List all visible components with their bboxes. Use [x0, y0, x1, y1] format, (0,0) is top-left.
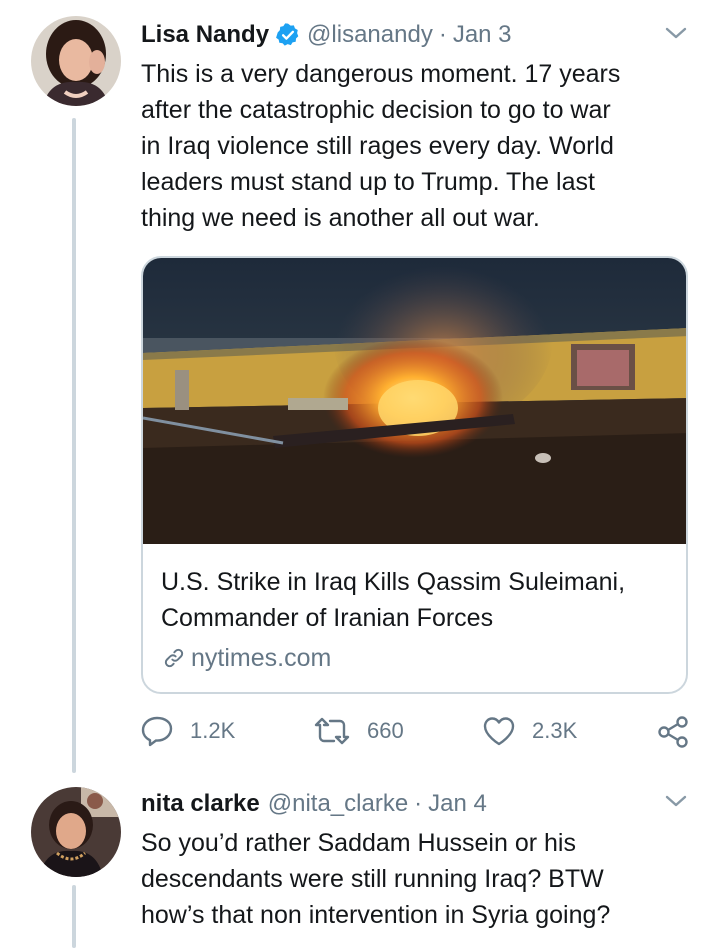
- verified-badge-icon: [275, 22, 301, 48]
- tweet-text-line: in Iraq violence still rages every day. …: [141, 132, 614, 160]
- avatar-lisa-nandy[interactable]: [31, 16, 121, 106]
- tweet-text-line: leaders must stand up to Trump. The last: [141, 168, 595, 196]
- separator-dot: ·: [438, 21, 447, 48]
- retweet-icon: [314, 717, 350, 745]
- thread-line-top: [72, 118, 76, 773]
- retweet-count: 660: [367, 718, 404, 743]
- link-icon: [164, 648, 184, 668]
- tweet-text-line: This is a very dangerous moment. 17 year…: [141, 60, 621, 88]
- card-title-line: U.S. Strike in Iraq Kills Qassim Suleima…: [161, 568, 626, 596]
- tweet-text-line: how’s that non intervention in Syria goi…: [141, 901, 611, 929]
- chevron-down-icon[interactable]: [664, 792, 688, 815]
- separator-dot: ·: [414, 790, 423, 817]
- reply-count: 1.2K: [190, 718, 236, 743]
- card-image: [143, 258, 686, 544]
- author-name[interactable]: Lisa Nandy: [141, 20, 269, 50]
- tweet1-text: This is a very dangerous moment. 17 year…: [141, 56, 620, 236]
- author-handle[interactable]: @nita_clarke: [268, 789, 408, 819]
- like-icon: [483, 717, 515, 746]
- link-card[interactable]: U.S. Strike in Iraq Kills Qassim Suleima…: [141, 256, 688, 694]
- reply-button[interactable]: 1.2K: [140, 715, 235, 747]
- tweet1-header: Lisa Nandy @lisanandy · Jan 3: [141, 20, 512, 50]
- tweet-text-line: after the catastrophic decision to go to…: [141, 96, 611, 124]
- tweet-date[interactable]: Jan 3: [453, 20, 512, 50]
- retweet-button[interactable]: 660: [313, 715, 404, 747]
- author-name[interactable]: nita clarke: [141, 789, 260, 819]
- card-domain: nytimes.com: [161, 640, 331, 676]
- card-domain-text: nytimes.com: [191, 644, 332, 672]
- tweet-text-line: descendants were still running Iraq? BTW: [141, 865, 604, 893]
- thread-line-bottom: [72, 885, 76, 948]
- like-button[interactable]: 2.3K: [482, 715, 577, 747]
- share-icon: [658, 716, 688, 748]
- reply-icon: [141, 716, 173, 747]
- author-handle[interactable]: @lisanandy: [307, 20, 433, 50]
- tweet-text-line: So you’d rather Saddam Hussein or his: [141, 829, 576, 857]
- tweet2-text: So you’d rather Saddam Hussein or his de…: [141, 825, 610, 933]
- chevron-down-icon[interactable]: [664, 24, 688, 47]
- card-title-line: Commander of Iranian Forces: [161, 604, 494, 632]
- avatar-nita-clarke[interactable]: [31, 787, 121, 877]
- card-title: U.S. Strike in Iraq Kills Qassim Suleima…: [161, 564, 676, 636]
- like-count: 2.3K: [532, 718, 578, 743]
- share-button[interactable]: [656, 715, 706, 749]
- tweet-date[interactable]: Jan 4: [428, 789, 487, 819]
- tweet-text-line: thing we need is another all out war.: [141, 204, 540, 232]
- tweet2-header: nita clarke @nita_clarke · Jan 4: [141, 789, 487, 819]
